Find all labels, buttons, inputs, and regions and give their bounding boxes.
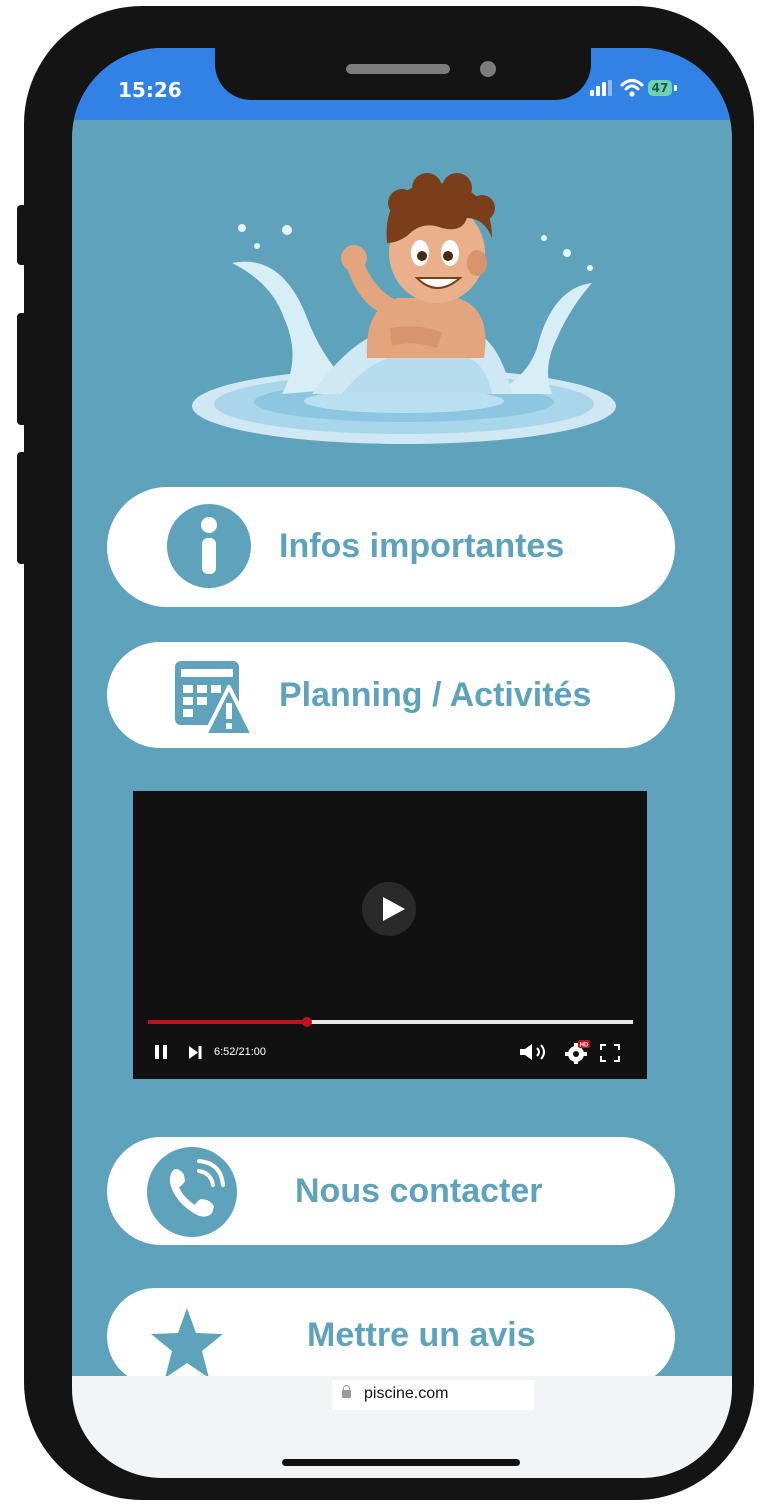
planning-activites-button[interactable]: Planning / Activités [107,642,675,748]
nous-contacter-button[interactable]: Nous contacter [107,1137,675,1245]
fullscreen-icon[interactable] [600,1044,620,1062]
browser-url-bar: piscine.com [72,1376,732,1478]
planning-label: Planning / Activités [279,676,592,714]
video-progress-knob[interactable] [301,1017,312,1027]
status-bar: 15:26 47 [72,48,732,120]
lock-icon [342,1385,351,1398]
play-button[interactable] [362,882,416,936]
battery-icon: 47 [648,80,672,96]
review-label: Mettre un avis [307,1316,536,1354]
contact-label: Nous contacter [295,1172,543,1210]
skip-next-icon[interactable] [188,1046,202,1059]
notch [215,48,591,100]
status-icons: 47 [590,78,710,100]
video-time: 6:52/21:00 [214,1046,266,1058]
volume-icon[interactable] [519,1043,555,1061]
video-progress-fill [148,1020,307,1024]
settings-hd-icon[interactable]: HD [565,1040,591,1064]
status-time: 15:26 [118,78,182,102]
phone-call-icon [147,1147,237,1237]
mettre-un-avis-button[interactable]: Mettre un avis [107,1288,675,1385]
infos-label: Infos importantes [279,527,565,565]
pause-icon[interactable] [154,1045,168,1059]
swimming-kid-illustration [192,173,616,444]
wifi-icon [620,79,644,97]
phone-screen: 15:26 47 Infos importantes Planning / Ac… [72,48,732,1478]
url-text: piscine.com [364,1385,449,1402]
url-field[interactable]: piscine.com [332,1380,534,1410]
front-camera [480,61,496,77]
svg-text:HD: HD [580,1043,589,1049]
infos-importantes-button[interactable]: Infos importantes [107,487,675,607]
video-progress-bar[interactable] [148,1017,633,1027]
calendar-warning-icon [175,661,255,737]
play-icon [383,897,405,921]
star-icon [151,1308,223,1378]
video-player[interactable]: 6:52/21:00 HD [133,791,647,1079]
battery-tip [674,85,677,91]
speaker-grille [346,64,450,74]
info-icon [167,504,251,588]
home-indicator[interactable] [282,1459,520,1466]
